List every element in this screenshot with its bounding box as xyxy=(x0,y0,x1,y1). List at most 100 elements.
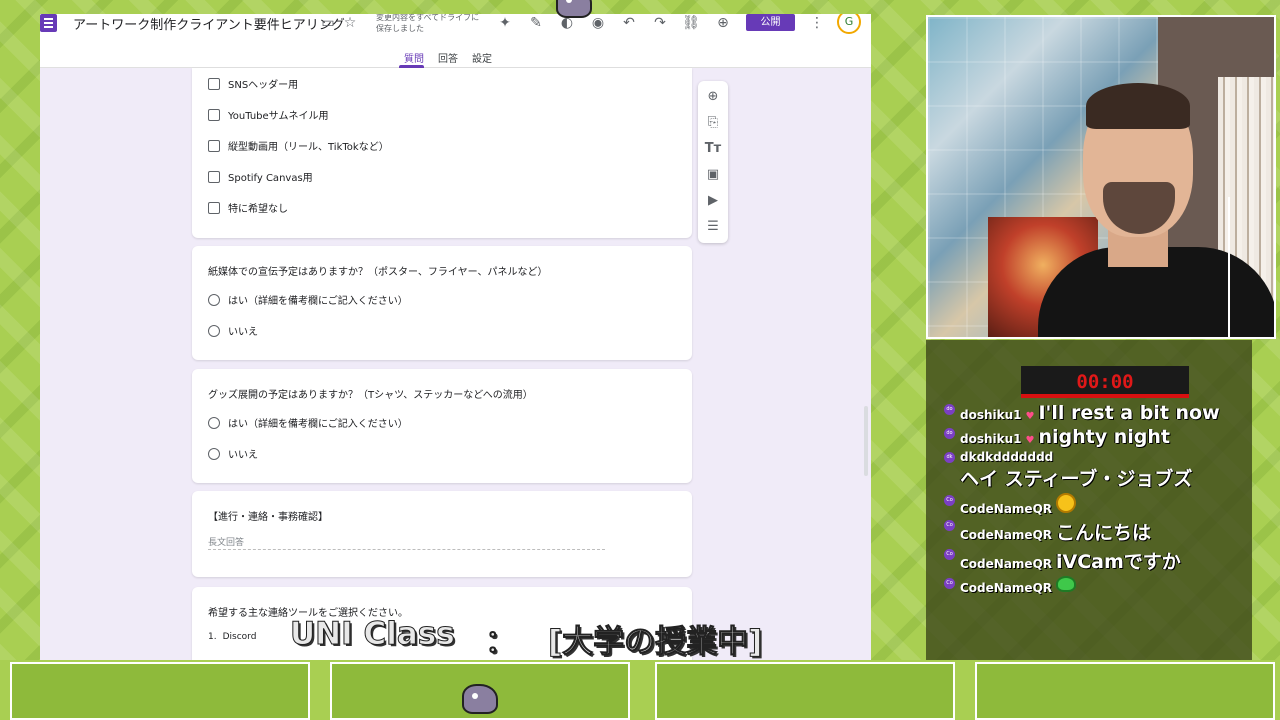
star-icon[interactable]: ☆ xyxy=(341,14,359,32)
timer-display: 00:00 xyxy=(1021,366,1189,398)
chat-message: do doshiku1 ♥ I'll rest a bit now xyxy=(940,402,1250,424)
chat-text: nighty night xyxy=(1038,426,1170,448)
user-badge-icon: do xyxy=(944,404,955,415)
chat-text: こんにちは xyxy=(1056,522,1152,544)
webcam-feed xyxy=(926,15,1276,339)
add-video-icon[interactable]: ▶ xyxy=(704,192,722,210)
bottom-frame xyxy=(10,662,310,720)
caption-right: [大学の授業中] xyxy=(547,624,763,661)
question-card-print[interactable]: 紙媒体での宣伝予定はありますか？（ポスター、フライヤー、パネルなど） はい（詳細… xyxy=(192,246,692,360)
question-card-goods[interactable]: グッズ展開の予定はありますか？（Tシャツ、ステッカーなどへの流用） はい（詳細を… xyxy=(192,369,692,483)
redo-icon[interactable]: ↷ xyxy=(651,14,669,32)
stream-caption: UNI Class ： [大学の授業中] xyxy=(290,616,810,661)
radio-icon[interactable] xyxy=(208,324,220,337)
radio-option[interactable]: はい（詳細を備考欄にご記入ください） xyxy=(208,292,408,307)
checkbox-option[interactable]: YouTubeサムネイル用 xyxy=(208,107,328,122)
chat-username: dkdkddddddd xyxy=(960,450,1054,464)
question-title: 紙媒体での宣伝予定はありますか？（ポスター、フライヤー、パネルなど） xyxy=(208,267,548,278)
question-card-section[interactable]: 【進行・連絡・事務確認】 長文回答 xyxy=(192,491,692,577)
chat-list: do doshiku1 ♥ I'll rest a bit now do dos… xyxy=(940,402,1250,597)
radio-icon[interactable] xyxy=(208,293,220,306)
list-item[interactable]: 1. Discord xyxy=(208,632,256,642)
chat-text: iVCamですか xyxy=(1056,551,1181,573)
caption-separator: ： xyxy=(485,624,517,661)
radio-option[interactable]: はい（詳細を備考欄にご記入ください） xyxy=(208,415,408,430)
grinning-face-emoji-icon xyxy=(1056,493,1077,513)
checkbox-option[interactable]: SNSヘッダー用 xyxy=(208,76,298,91)
link-icon[interactable]: ⛓ xyxy=(682,14,700,32)
checkbox-icon[interactable] xyxy=(208,108,220,121)
radio-icon[interactable] xyxy=(208,447,220,460)
caption-left: UNI Class xyxy=(290,616,456,653)
addon-icon[interactable]: ✦ xyxy=(496,14,514,32)
publish-button[interactable]: 公開 xyxy=(746,14,795,31)
more-options-icon[interactable]: ⋮ xyxy=(808,14,826,32)
checkbox-icon[interactable] xyxy=(208,139,220,152)
floating-toolbar: ⊕ ⎘ Tт ▣ ▶ ☰ xyxy=(698,81,728,243)
checkbox-option[interactable]: Spotify Canvas用 xyxy=(208,169,313,184)
chat-username: CodeNameQR xyxy=(960,581,1053,595)
add-image-icon[interactable]: ▣ xyxy=(704,166,722,184)
forms-tabs: 質問 回答 設定 xyxy=(40,48,871,68)
tab-settings[interactable]: 設定 xyxy=(472,50,492,65)
save-status: 変更内容をすべてドライブに保存しました xyxy=(376,14,480,33)
chat-message: dk dkdkddddddd ヘイ スティーブ・ジョブズ xyxy=(940,450,1250,491)
mascot-sprite-icon xyxy=(462,684,498,714)
add-section-icon[interactable]: ☰ xyxy=(704,218,722,236)
question-title: グッズ展開の予定はありますか？（Tシャツ、ステッカーなどへの流用） xyxy=(208,390,533,401)
user-badge-icon: Co xyxy=(944,495,955,506)
stream-chat-panel: 00:00 do doshiku1 ♥ I'll rest a bit now … xyxy=(926,340,1252,660)
list-number: 1. xyxy=(208,632,217,642)
radio-icon[interactable] xyxy=(208,416,220,429)
import-questions-icon[interactable]: ⎘ xyxy=(704,114,722,132)
chat-username: doshiku1 xyxy=(960,432,1022,446)
tab-questions[interactable]: 質問 xyxy=(404,50,424,65)
chat-message: do doshiku1 ♥ nighty night xyxy=(940,426,1250,448)
user-badge-icon: Co xyxy=(944,520,955,531)
bottom-frame xyxy=(975,662,1275,720)
page-scrollbar[interactable] xyxy=(864,406,868,476)
chat-username: CodeNameQR xyxy=(960,502,1053,516)
radio-option[interactable]: いいえ xyxy=(208,323,258,338)
list-item-text[interactable]: Discord xyxy=(223,632,257,642)
forms-logo-icon[interactable] xyxy=(40,14,57,32)
mascot-sprite-icon xyxy=(556,0,592,18)
undo-icon[interactable]: ↶ xyxy=(620,14,638,32)
chat-message: Co CodeNameQR xyxy=(940,576,1250,595)
chat-message: Co CodeNameQR こんにちは xyxy=(940,518,1250,545)
section-title: 【進行・連絡・事務確認】 xyxy=(208,512,328,523)
long-answer-placeholder: 長文回答 xyxy=(208,538,245,548)
ai-draft-icon[interactable]: ✎ xyxy=(527,14,545,32)
chat-text: I'll rest a bit now xyxy=(1038,402,1220,424)
checkbox-icon[interactable] xyxy=(208,170,220,183)
user-badge-icon: Co xyxy=(944,549,955,560)
google-forms-editor: アートワーク制作クライアント要件ヒアリング ▭ ☆ 変更内容をすべてドライブに保… xyxy=(40,14,871,660)
question-card-usage[interactable]: SNSヘッダー用 YouTubeサムネイル用 縦型動画用（リール、TikTokな… xyxy=(192,68,692,238)
checkbox-icon[interactable] xyxy=(208,77,220,90)
add-collaborator-icon[interactable]: ⊕ xyxy=(714,14,732,32)
user-badge-icon: do xyxy=(944,428,955,439)
checkbox-icon[interactable] xyxy=(208,201,220,214)
preview-eye-icon[interactable]: ◉ xyxy=(589,14,607,32)
chat-message: Co CodeNameQR xyxy=(940,493,1250,516)
tab-responses[interactable]: 回答 xyxy=(438,50,458,65)
radio-option[interactable]: いいえ xyxy=(208,446,258,461)
chat-username: CodeNameQR xyxy=(960,557,1053,571)
heart-icon: ♥ xyxy=(1025,411,1035,422)
heart-icon: ♥ xyxy=(1025,435,1035,446)
earphone-cable xyxy=(1228,197,1230,337)
chat-text: ヘイ スティーブ・ジョブズ xyxy=(960,468,1193,490)
checkbox-option[interactable]: 縦型動画用（リール、TikTokなど） xyxy=(208,138,389,153)
long-answer-line xyxy=(208,549,605,550)
checkbox-option[interactable]: 特に希望なし xyxy=(208,200,288,215)
add-title-icon[interactable]: Tт xyxy=(704,140,722,158)
add-question-icon[interactable]: ⊕ xyxy=(704,88,722,106)
user-badge-icon: dk xyxy=(944,452,955,463)
bottom-frame xyxy=(655,662,955,720)
form-title[interactable]: アートワーク制作クライアント要件ヒアリング xyxy=(73,14,345,33)
chat-username: CodeNameQR xyxy=(960,528,1053,542)
folder-icon[interactable]: ▭ xyxy=(319,14,337,32)
avatar[interactable]: G xyxy=(837,14,861,34)
user-badge-icon: Co xyxy=(944,578,955,589)
chat-username: doshiku1 xyxy=(960,408,1022,422)
